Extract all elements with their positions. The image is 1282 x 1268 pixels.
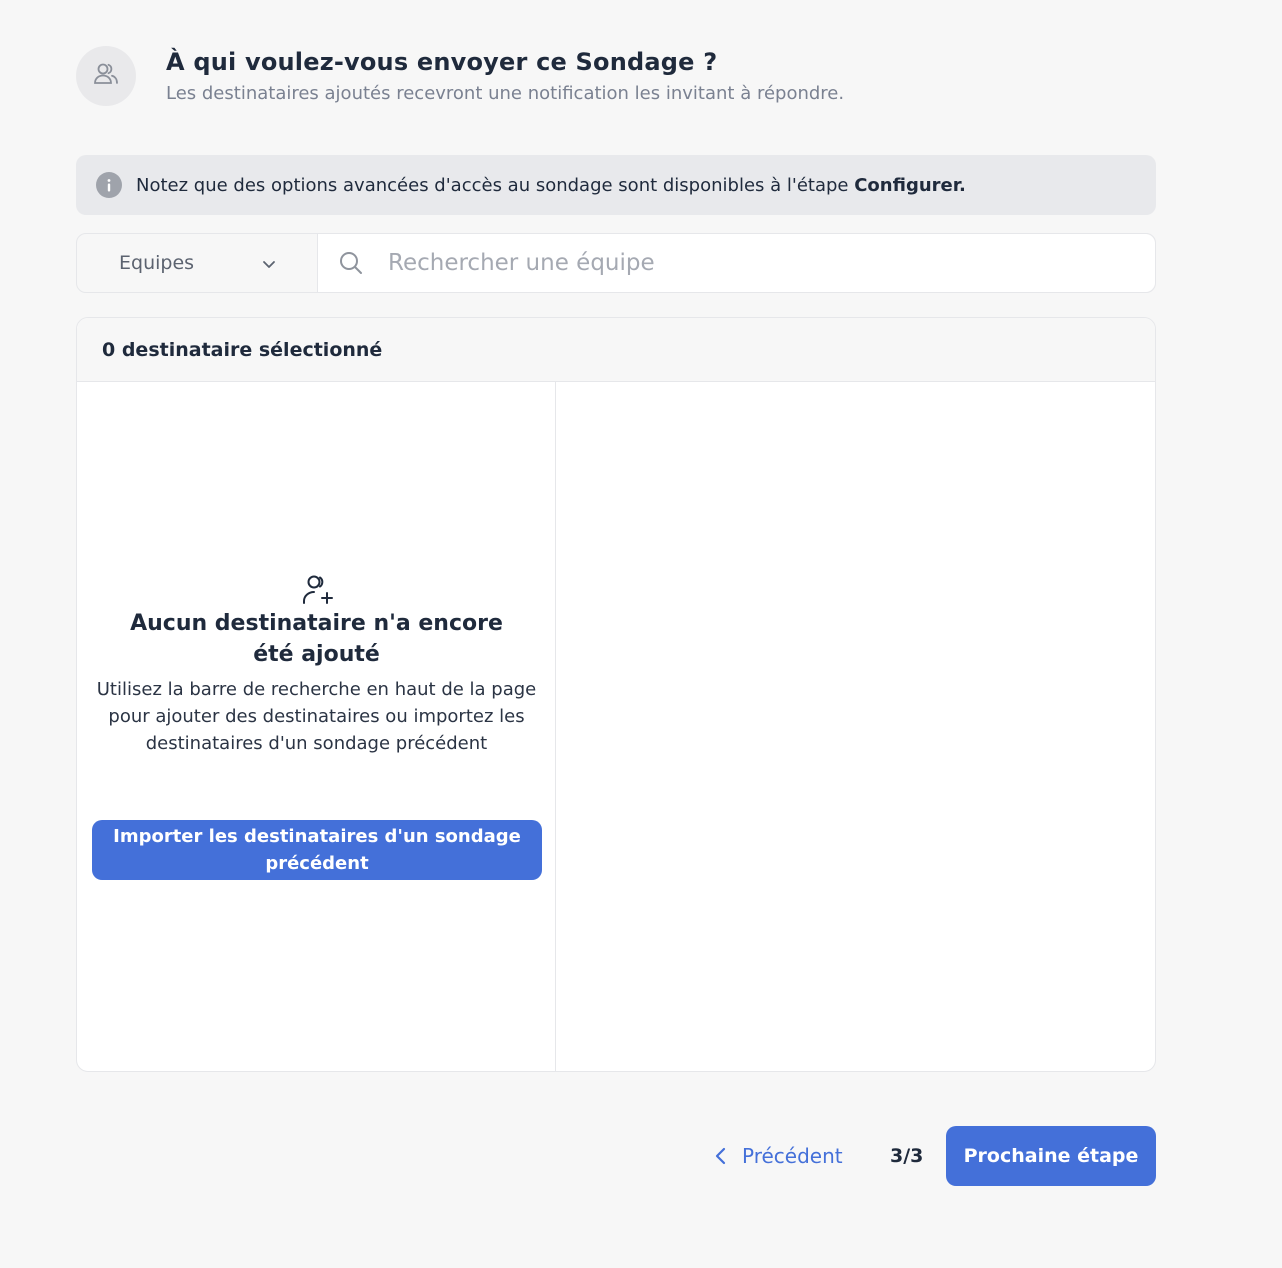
info-banner-message: Notez que des options avancées d'accès a… <box>136 174 855 196</box>
recipients-panel-body: Aucun destinataire n'a encore été ajouté… <box>77 382 1155 1071</box>
wizard-footer: Précédent 3/3 Prochaine étape <box>700 1126 1156 1186</box>
recipients-panel: 0 destinataire sélectionné Aucun destina… <box>76 317 1156 1072</box>
import-recipients-button[interactable]: Importer les destinataires d'un sondage … <box>92 820 542 880</box>
info-banner: Notez que des options avancées d'accès a… <box>76 155 1156 215</box>
user-add-icon <box>300 574 334 608</box>
chevron-down-icon <box>261 256 277 276</box>
empty-state-title: Aucun destinataire n'a encore été ajouté <box>130 611 503 667</box>
recipients-panel-header: 0 destinataire sélectionné <box>77 318 1155 382</box>
chevron-left-icon <box>714 1147 728 1165</box>
header-avatar <box>76 46 136 106</box>
empty-state: Aucun destinataire n'a encore été ajouté… <box>77 574 556 757</box>
step-indicator: 3/3 <box>890 1145 924 1167</box>
page-title: À qui voulez-vous envoyer ce Sondage ? <box>166 48 718 76</box>
page-header: À qui voulez-vous envoyer ce Sondage ? L… <box>76 46 1156 116</box>
info-banner-text: Notez que des options avancées d'accès a… <box>136 175 966 196</box>
users-icon <box>92 60 120 92</box>
previous-button[interactable]: Précédent <box>714 1126 843 1186</box>
search-input[interactable] <box>388 250 1108 276</box>
team-type-select[interactable]: Equipes <box>77 234 318 292</box>
previous-button-label: Précédent <box>742 1144 843 1168</box>
team-type-select-value: Equipes <box>119 252 195 274</box>
page-subtitle: Les destinataires ajoutés recevront une … <box>166 83 845 104</box>
recipients-list-pane: Aucun destinataire n'a encore été ajouté… <box>77 382 556 1071</box>
search-field <box>318 234 1155 292</box>
empty-state-icon-wrap <box>77 574 556 608</box>
selected-recipients-count: 0 destinataire sélectionné <box>102 338 383 361</box>
page: À qui voulez-vous envoyer ce Sondage ? L… <box>0 0 1282 1268</box>
search-bar: Equipes <box>76 233 1156 293</box>
info-icon <box>96 172 122 198</box>
info-banner-link-configurer: Configurer. <box>854 174 966 196</box>
next-step-button[interactable]: Prochaine étape <box>946 1126 1156 1186</box>
empty-state-description: Utilisez la barre de recherche en haut d… <box>96 679 537 754</box>
search-icon <box>338 250 364 276</box>
recipients-detail-pane <box>557 382 1155 1071</box>
